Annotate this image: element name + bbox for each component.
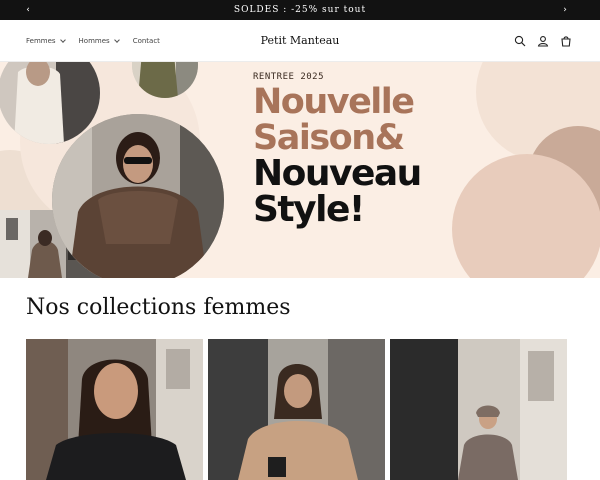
hero-banner[interactable]: RENTREE 2025 Nouvelle Saison& Nouveau St… <box>0 62 600 278</box>
main-nav: Femmes Hommes Contact <box>26 20 160 62</box>
hero-line-3: Nouveau <box>253 153 422 194</box>
site-header: Femmes Hommes Contact Petit Manteau <box>0 20 600 62</box>
nav-label: Contact <box>132 37 160 45</box>
nav-label: Femmes <box>26 37 56 45</box>
collection-card[interactable] <box>208 339 385 480</box>
nav-item-contact[interactable]: Contact <box>133 37 160 45</box>
brown-fur-coat-photo <box>52 114 224 278</box>
woman-beige-coat-photo <box>208 339 385 480</box>
collection-card[interactable] <box>390 339 567 480</box>
search-icon[interactable] <box>514 35 526 47</box>
collections-title: Nos collections femmes <box>26 295 291 320</box>
announcement-message: SOLDES : -25% sur tout <box>233 5 367 15</box>
logo-text[interactable]: Petit Manteau <box>261 34 340 47</box>
nav-item-hommes[interactable]: Hommes <box>78 37 120 45</box>
announcement-bar: ‹ SOLDES : -25% sur tout › <box>0 0 600 20</box>
woman-grey-coat-photo <box>390 339 567 480</box>
account-icon[interactable] <box>537 35 549 47</box>
chevron-right-icon[interactable]: › <box>555 0 575 20</box>
nav-label: Hommes <box>78 37 110 45</box>
hero-line-4: Style! <box>253 189 365 230</box>
collection-grid <box>26 339 567 480</box>
hero-line-1: Nouvelle <box>253 82 415 122</box>
chevron-down-icon <box>59 37 66 43</box>
chevron-down-icon <box>113 37 120 43</box>
hero-line-2: Saison& <box>253 118 405 158</box>
nav-item-femmes[interactable]: Femmes <box>26 37 66 45</box>
hero-headline: RENTREE 2025 Nouvelle Saison& Nouveau St… <box>253 72 483 228</box>
woman-black-leather-jacket-photo <box>26 339 203 480</box>
cart-icon[interactable] <box>560 35 572 47</box>
collection-card[interactable] <box>26 339 203 480</box>
header-icons <box>514 20 572 62</box>
hero-eyebrow: RENTREE 2025 <box>253 72 325 82</box>
